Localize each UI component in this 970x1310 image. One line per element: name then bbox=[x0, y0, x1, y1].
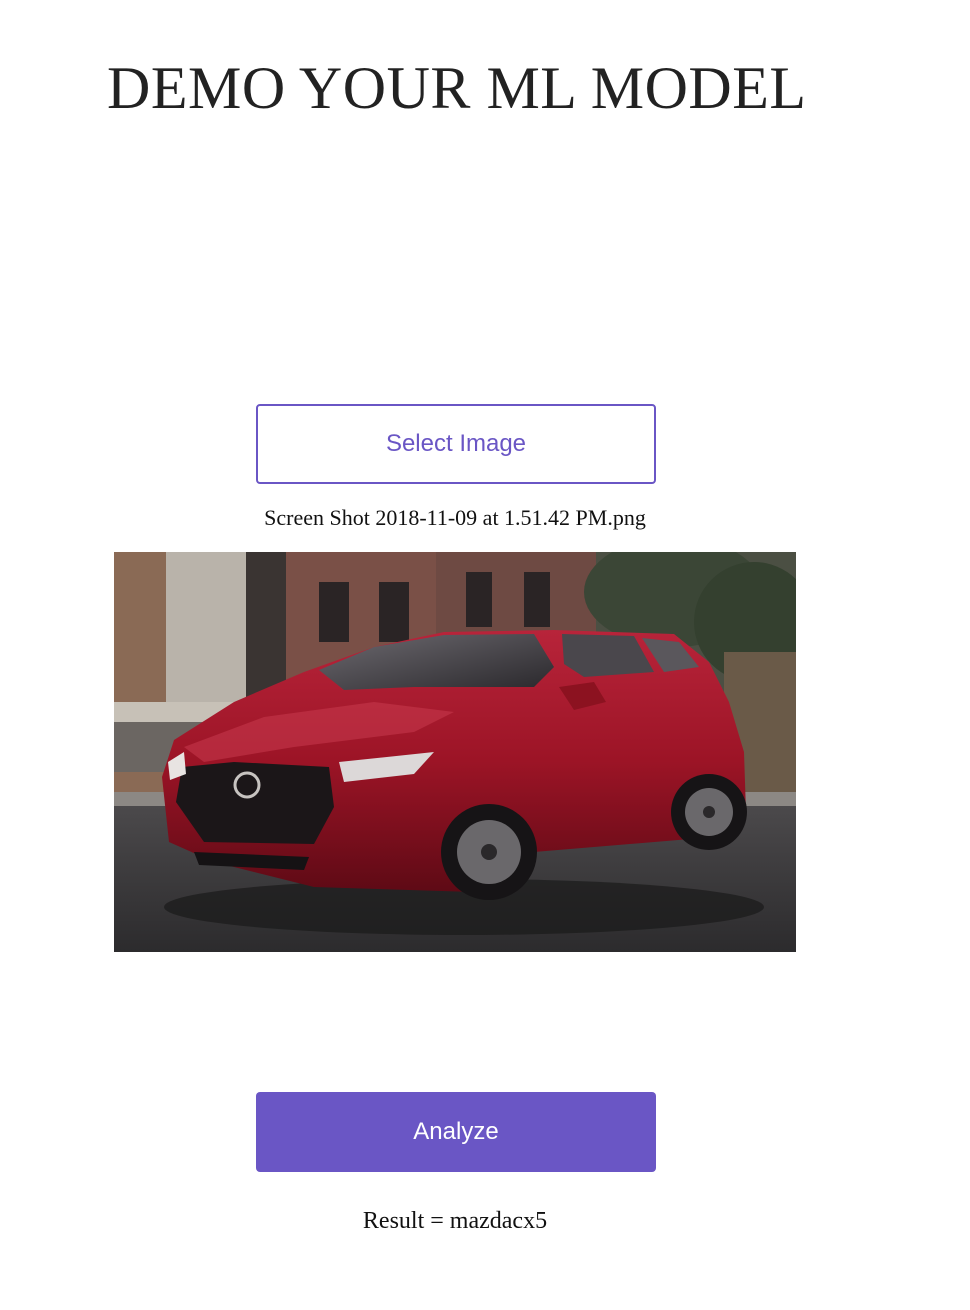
page: DEMO YOUR ML MODEL Select Image Screen S… bbox=[0, 0, 970, 1310]
page-title: DEMO YOUR ML MODEL bbox=[107, 55, 807, 121]
selected-file-name: Screen Shot 2018-11-09 at 1.51.42 PM.png bbox=[264, 505, 646, 530]
image-preview bbox=[114, 552, 796, 952]
analyze-button[interactable]: Analyze bbox=[256, 1092, 656, 1172]
car-photo bbox=[114, 552, 796, 952]
result-text: Result = mazdacx5 bbox=[362, 1208, 548, 1234]
select-image-button[interactable]: Select Image bbox=[256, 404, 656, 484]
